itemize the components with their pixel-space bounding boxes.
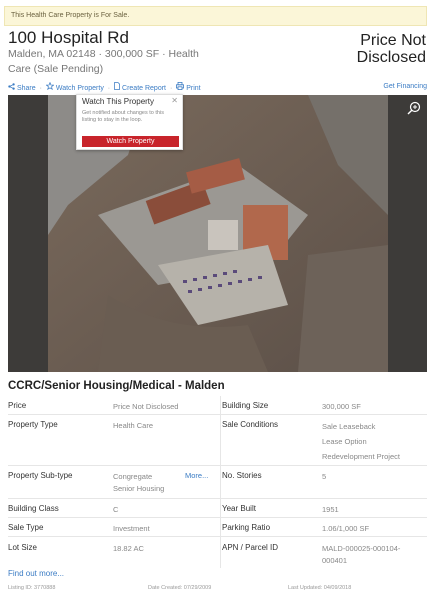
create-report-link[interactable]: Create Report (114, 82, 166, 93)
sale-condition-2: Lease Option (322, 437, 367, 446)
action-bar: Share · Watch Property · Create Report ·… (8, 81, 427, 93)
parking-ratio-value: 1.06/1,000 SF (322, 524, 370, 533)
year-built-label: Year Built (222, 504, 256, 513)
page-title: 100 Hospital Rd (8, 28, 129, 47)
watch-label: Watch Property (55, 85, 104, 92)
popup-text: Get notified about changes to this listi… (82, 110, 164, 123)
lot-size-label: Lot Size (8, 543, 37, 552)
sale-condition-1: Sale Leaseback (322, 422, 376, 431)
stories-label: No. Stories (222, 471, 262, 480)
listing-id: Listing ID: 3770888 (8, 585, 56, 591)
create-report-label: Create Report (122, 85, 166, 92)
get-financing-link[interactable]: Get Financing (383, 82, 427, 91)
watch-link[interactable]: Watch Property (45, 81, 104, 93)
popup-title: Watch This Property (82, 97, 155, 106)
property-photo[interactable] (8, 95, 427, 372)
date-created: Date Created: 07/29/2009 (148, 585, 212, 591)
sale-type-label: Sale Type (8, 523, 44, 532)
apn-label: APN / Parcel ID (222, 543, 279, 552)
stories-value: 5 (322, 472, 327, 481)
building-size-label: Building Size (222, 401, 269, 410)
price-label: Price (8, 401, 27, 410)
year-built-value: 1951 (322, 505, 339, 514)
price-line-2: Disclosed (356, 49, 426, 66)
watch-property-popup: Watch This Property ✕ Get notified about… (76, 94, 183, 150)
print-link[interactable]: Print (176, 82, 201, 93)
apn-value-2: 000401 (322, 556, 348, 565)
property-type-value: Health Care (113, 421, 154, 430)
property-details-table: Price Price Not Disclosed Building Size … (8, 396, 427, 568)
last-updated: Last Updated: 04/09/2018 (288, 585, 352, 591)
price-line-1: Price Not (360, 32, 426, 49)
find-out-more-link[interactable]: Find out more... (8, 569, 64, 578)
star-icon (45, 81, 55, 91)
print-label: Print (186, 85, 201, 92)
for-sale-banner: This Health Care Property is For Sale. (4, 6, 427, 26)
printer-icon (176, 82, 185, 90)
property-type-label: Property Type (8, 420, 58, 429)
share-label: Share (16, 85, 36, 92)
section-title: CCRC/Senior Housing/Medical - Malden (8, 380, 225, 392)
building-size-value: 300,000 SF (322, 402, 361, 411)
document-icon (114, 82, 121, 90)
share-icon (8, 83, 15, 90)
property-subtype-label: Property Sub-type (8, 471, 73, 480)
column-divider (220, 396, 221, 568)
property-subtitle: Malden, MA 02148 · 300,000 SF · Health C… (8, 48, 199, 75)
sale-type-value: Investment (113, 524, 150, 533)
watch-property-button[interactable]: Watch Property (82, 136, 179, 147)
sale-conditions-label: Sale Conditions (222, 420, 279, 429)
apn-value-1: MALD-000025-000104- (322, 544, 401, 553)
price-heading: Price Not Disclosed (316, 32, 426, 66)
price-value: Price Not Disclosed (113, 402, 179, 411)
close-icon[interactable]: ✕ (171, 96, 178, 105)
sale-condition-3: Redevelopment Project (322, 452, 400, 461)
property-subtype-value-1: Congregate (113, 472, 153, 481)
share-link[interactable]: Share (8, 83, 36, 93)
property-subtype-value-2: Senior Housing (113, 484, 165, 493)
aerial-photo-image (8, 95, 427, 372)
building-class-label: Building Class (8, 504, 59, 513)
more-subtypes-link[interactable]: More... (185, 471, 208, 481)
zoom-in-icon[interactable] (407, 101, 421, 115)
lot-size-value: 18.82 AC (113, 544, 144, 553)
parking-ratio-label: Parking Ratio (222, 523, 271, 532)
building-class-value: C (113, 505, 119, 514)
